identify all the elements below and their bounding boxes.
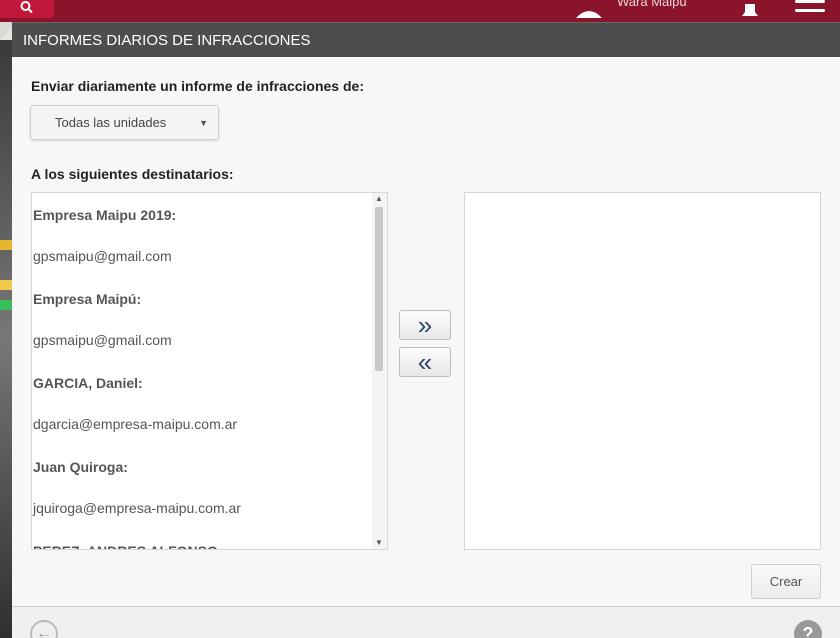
list-item[interactable]: Juan Quiroga: jquiroga@empresa-maipu.com… xyxy=(32,445,372,529)
remove-recipient-button[interactable]: « xyxy=(399,347,451,377)
unit-select-value: Todas las unidades xyxy=(55,115,167,130)
recipient-email: gpsmaipu@gmail.com xyxy=(33,332,172,348)
recipient-name: Juan Quiroga: xyxy=(33,459,128,475)
unit-select[interactable]: Todas las unidades ▼ xyxy=(30,105,219,140)
recipient-email: jquiroga@empresa-maipu.com.ar xyxy=(33,500,241,516)
dialog-footer: ← ? xyxy=(12,606,840,638)
report-label: Enviar diariamente un informe de infracc… xyxy=(31,78,364,94)
help-icon[interactable]: ? xyxy=(794,620,822,638)
user-icon[interactable] xyxy=(574,0,604,18)
list-scrollbar[interactable]: ▲ ▼ xyxy=(372,193,387,549)
recipient-name: Empresa Maipu 2019: xyxy=(33,207,177,223)
daily-infractions-dialog: INFORMES DIARIOS DE INFRACCIONES Enviar … xyxy=(12,22,840,638)
back-arrow-icon[interactable]: ← xyxy=(30,620,58,638)
create-button[interactable]: Crear xyxy=(751,564,821,599)
selected-recipients-list[interactable] xyxy=(464,192,821,550)
list-item[interactable]: PEREZ, ANDRES ALFONSO xyxy=(32,529,372,549)
chevron-down-icon: ▼ xyxy=(199,118,208,128)
recipient-name: Empresa Maipú: xyxy=(33,291,142,307)
scroll-down-icon[interactable]: ▼ xyxy=(375,538,383,547)
hamburger-menu-icon[interactable] xyxy=(792,0,828,22)
recipient-name: GARCIA, Daniel: xyxy=(33,375,143,391)
available-recipients-list[interactable]: Empresa Maipu 2019: gpsmaipu@gmail.com E… xyxy=(31,192,388,550)
add-recipient-button[interactable]: » xyxy=(399,310,451,340)
dialog-title: INFORMES DIARIOS DE INFRACCIONES xyxy=(12,22,840,57)
map-edge xyxy=(0,40,12,638)
list-item[interactable]: GARCIA, Daniel: dgarcia@empresa-maipu.co… xyxy=(32,361,372,445)
search-button[interactable] xyxy=(0,0,54,18)
scroll-thumb[interactable] xyxy=(375,207,383,371)
recipient-email: gpsmaipu@gmail.com xyxy=(33,248,172,264)
list-item[interactable]: Empresa Maipu 2019: gpsmaipu@gmail.com xyxy=(32,193,372,277)
list-item[interactable]: Empresa Maipú: gpsmaipu@gmail.com xyxy=(32,277,372,361)
scroll-up-icon[interactable]: ▲ xyxy=(375,194,383,203)
top-bar: Wara Maipu xyxy=(0,0,840,22)
recipients-label: A los siguientes destinatarios: xyxy=(31,166,234,182)
bell-icon[interactable] xyxy=(738,0,762,18)
user-name[interactable]: Wara Maipu xyxy=(617,0,687,9)
search-icon xyxy=(20,1,33,14)
recipient-name: PEREZ, ANDRES ALFONSO xyxy=(32,529,372,549)
recipient-email: dgarcia@empresa-maipu.com.ar xyxy=(33,416,238,432)
